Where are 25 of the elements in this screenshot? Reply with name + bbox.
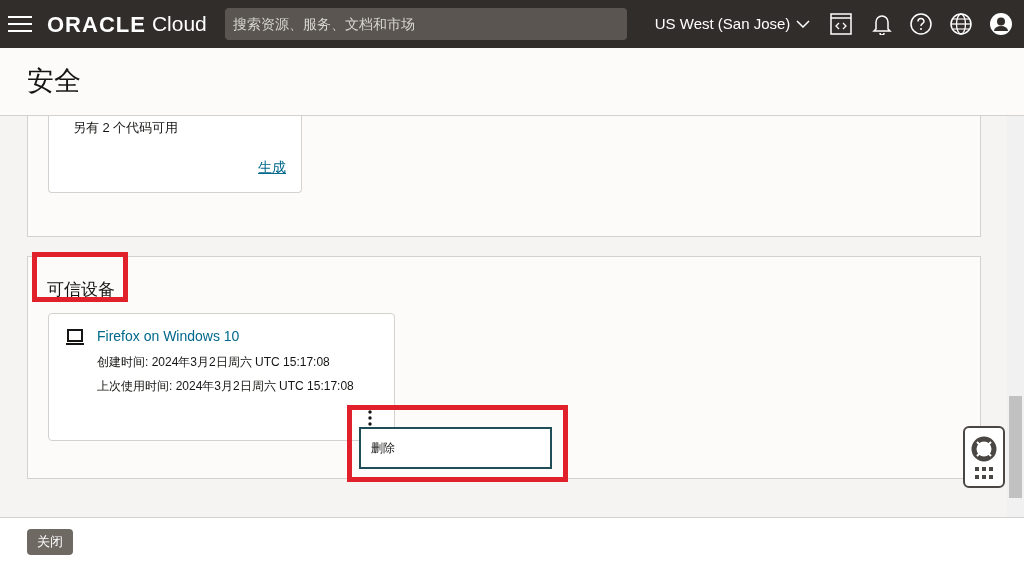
- user-avatar-icon[interactable]: [990, 13, 1013, 35]
- generate-link[interactable]: 生成: [258, 157, 286, 178]
- codes-note: 另有 2 个代码可用: [72, 119, 180, 137]
- brand-logo[interactable]: ORACLE: [47, 7, 146, 41]
- menu-item[interactable]: 删除: [361, 438, 550, 457]
- lifebuoy-icon: [970, 435, 998, 463]
- device-name[interactable]: Firefox on Windows 10: [97, 325, 354, 347]
- help-widget[interactable]: [963, 426, 1005, 488]
- last-used-time: 上次使用时间: 2024年3月2日周六 UTC 15:17:08: [97, 377, 354, 395]
- kebab-menu-icon[interactable]: [368, 409, 372, 426]
- chevron-down-icon: [796, 20, 811, 28]
- region-selector[interactable]: US West (San Jose): [654, 12, 811, 36]
- page-title: 安全: [27, 65, 81, 99]
- close-button[interactable]: 关闭: [27, 528, 73, 555]
- menu-icon[interactable]: [8, 15, 32, 33]
- globe-icon[interactable]: [950, 13, 973, 35]
- search-field[interactable]: 搜索资源、服务、文档和市场: [224, 8, 627, 40]
- laptop-icon: [65, 327, 85, 346]
- created-time: 创建时间: 2024年3月2日周六 UTC 15:17:08: [97, 353, 331, 371]
- help-icon[interactable]: [910, 13, 933, 35]
- code-editor-icon[interactable]: [830, 13, 853, 35]
- bell-icon[interactable]: [872, 13, 893, 35]
- grid-icon: [975, 467, 993, 479]
- brand-suffix: Cloud: [151, 11, 207, 38]
- section-title: 可信设备: [47, 279, 115, 301]
